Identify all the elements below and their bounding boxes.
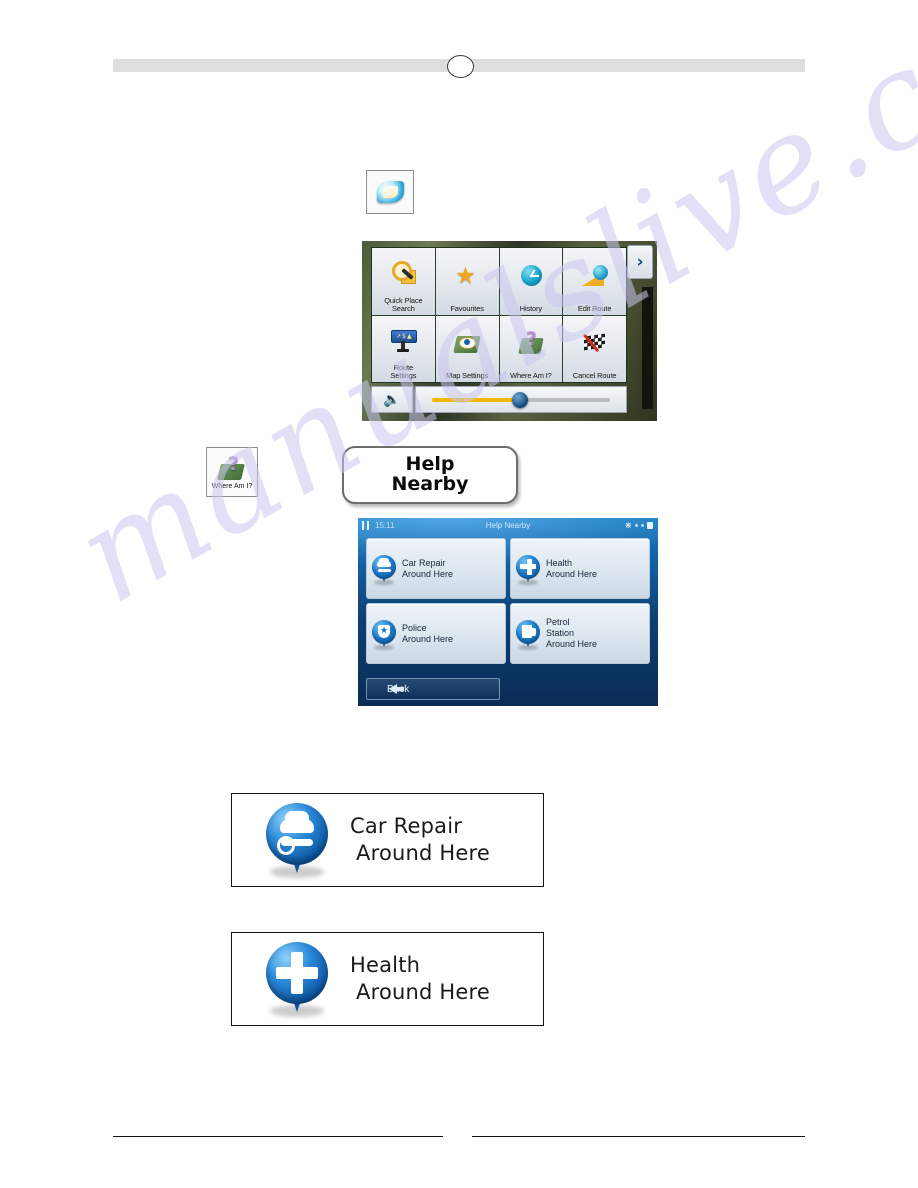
health-pin-icon [516,554,540,585]
button-label-line1: Car Repair [402,557,446,568]
menu-item-map-settings[interactable]: Map Settings [435,315,499,382]
menu-label-line2: Settings [390,371,417,381]
back-arrow-icon [389,684,404,694]
more-icon-thumbnail [366,170,414,214]
favourites-star-icon: ★ [455,263,476,290]
more-menu-grid: Quick Place Search ★ Favourites History [371,247,627,383]
petrol-station-pin-icon [516,619,540,650]
edit-route-icon [563,248,626,305]
police-pin-icon: ★ [372,619,396,650]
button-label-line1: Petrol [546,617,570,628]
menu-label-line2: Search [391,303,415,313]
button-label-line2: Station [546,628,575,639]
speaker-icon[interactable]: 🔈 [371,386,413,413]
help-button-petrol-station[interactable]: Petrol Station Around Here [510,603,650,664]
navigation-more-menu-screenshot: Quick Place Search ★ Favourites History [362,241,657,421]
footer-rule-left [113,1136,443,1137]
history-clock-icon [500,248,563,305]
volume-row: 🔈 [371,386,627,413]
callout-label-line1: Car Repair [350,813,463,838]
menu-label-cancel-route: Cancel Route [572,371,617,381]
slider-fill [432,397,521,402]
button-label-line2: Around Here [546,568,598,579]
button-label-line3: Around Here [546,638,598,649]
menu-item-route-settings[interactable]: ↗$▲ Route Settings [372,315,435,382]
scrollbar[interactable] [642,287,653,409]
callout-label-line1: Health [350,952,421,977]
thumbnail-label: Where Am I? [211,483,253,490]
next-page-chevron-icon[interactable]: › [627,245,653,279]
help-nearby-label-line2: Nearby [391,473,469,495]
help-nearby-grid: Car Repair Around Here Health Around Her… [366,538,650,664]
menu-item-cancel-route[interactable]: Cancel Route [563,315,626,382]
quick-place-search-icon [372,248,435,297]
help-nearby-button[interactable]: Help Nearby [342,446,518,504]
more-icon [376,181,404,203]
callout-health-around-here[interactable]: Health Around Here [231,932,544,1026]
volume-slider[interactable] [415,386,627,413]
cancel-route-icon [563,316,626,373]
button-label-line2: Around Here [402,568,454,579]
where-am-i-icon-thumbnail: ? Where Am I? [206,447,258,497]
back-button[interactable]: Back [366,678,500,700]
button-label-line1: Police [402,622,427,633]
health-pin-icon [266,942,328,1017]
button-label-line2: Around Here [402,633,454,644]
car-repair-pin-icon [266,803,328,878]
menu-item-edit-route[interactable]: Edit Route [563,248,626,315]
callout-label-line2: Around Here [356,980,491,1004]
status-bar: 15:11 Help Nearby ⋇ [358,518,658,533]
page-marker-circle [447,55,474,78]
slider-knob[interactable] [512,391,529,408]
menu-item-favourites[interactable]: ★ Favourites [435,248,499,315]
screen-title: Help Nearby [485,521,531,530]
callout-car-repair-around-here[interactable]: Car Repair Around Here [231,793,544,887]
help-button-health[interactable]: Health Around Here [510,538,650,599]
menu-label-history: History [519,303,543,313]
menu-label-edit-route: Edit Route [577,303,612,313]
route-settings-icon: ↗$▲ [372,316,435,365]
help-nearby-screenshot: 15:11 Help Nearby ⋇ Car Repair Around He… [358,518,658,706]
where-am-i-icon: ? [217,455,247,482]
menu-label-map-settings: Map Settings [446,371,489,381]
menu-label-where-am-i: Where Am I? [510,371,552,381]
help-button-police[interactable]: ★ Police Around Here [366,603,506,664]
manual-page: manualslive.com Quick Place Search ★ Fav… [0,0,918,1188]
help-button-car-repair[interactable]: Car Repair Around Here [366,538,506,599]
where-am-i-icon: ? [500,316,563,373]
callout-label-line2: Around Here [356,841,491,865]
map-settings-icon [436,316,499,373]
menu-item-quick-place-search[interactable]: Quick Place Search [372,248,435,315]
help-nearby-label-line1: Help [405,453,455,476]
button-label-line1: Health [546,557,573,568]
footer-rule-right [472,1136,805,1137]
menu-item-history[interactable]: History [499,248,563,315]
menu-item-where-am-i[interactable]: ? Where Am I? [499,315,563,382]
menu-label-favourites: Favourites [450,303,484,313]
car-repair-pin-icon [372,554,396,585]
